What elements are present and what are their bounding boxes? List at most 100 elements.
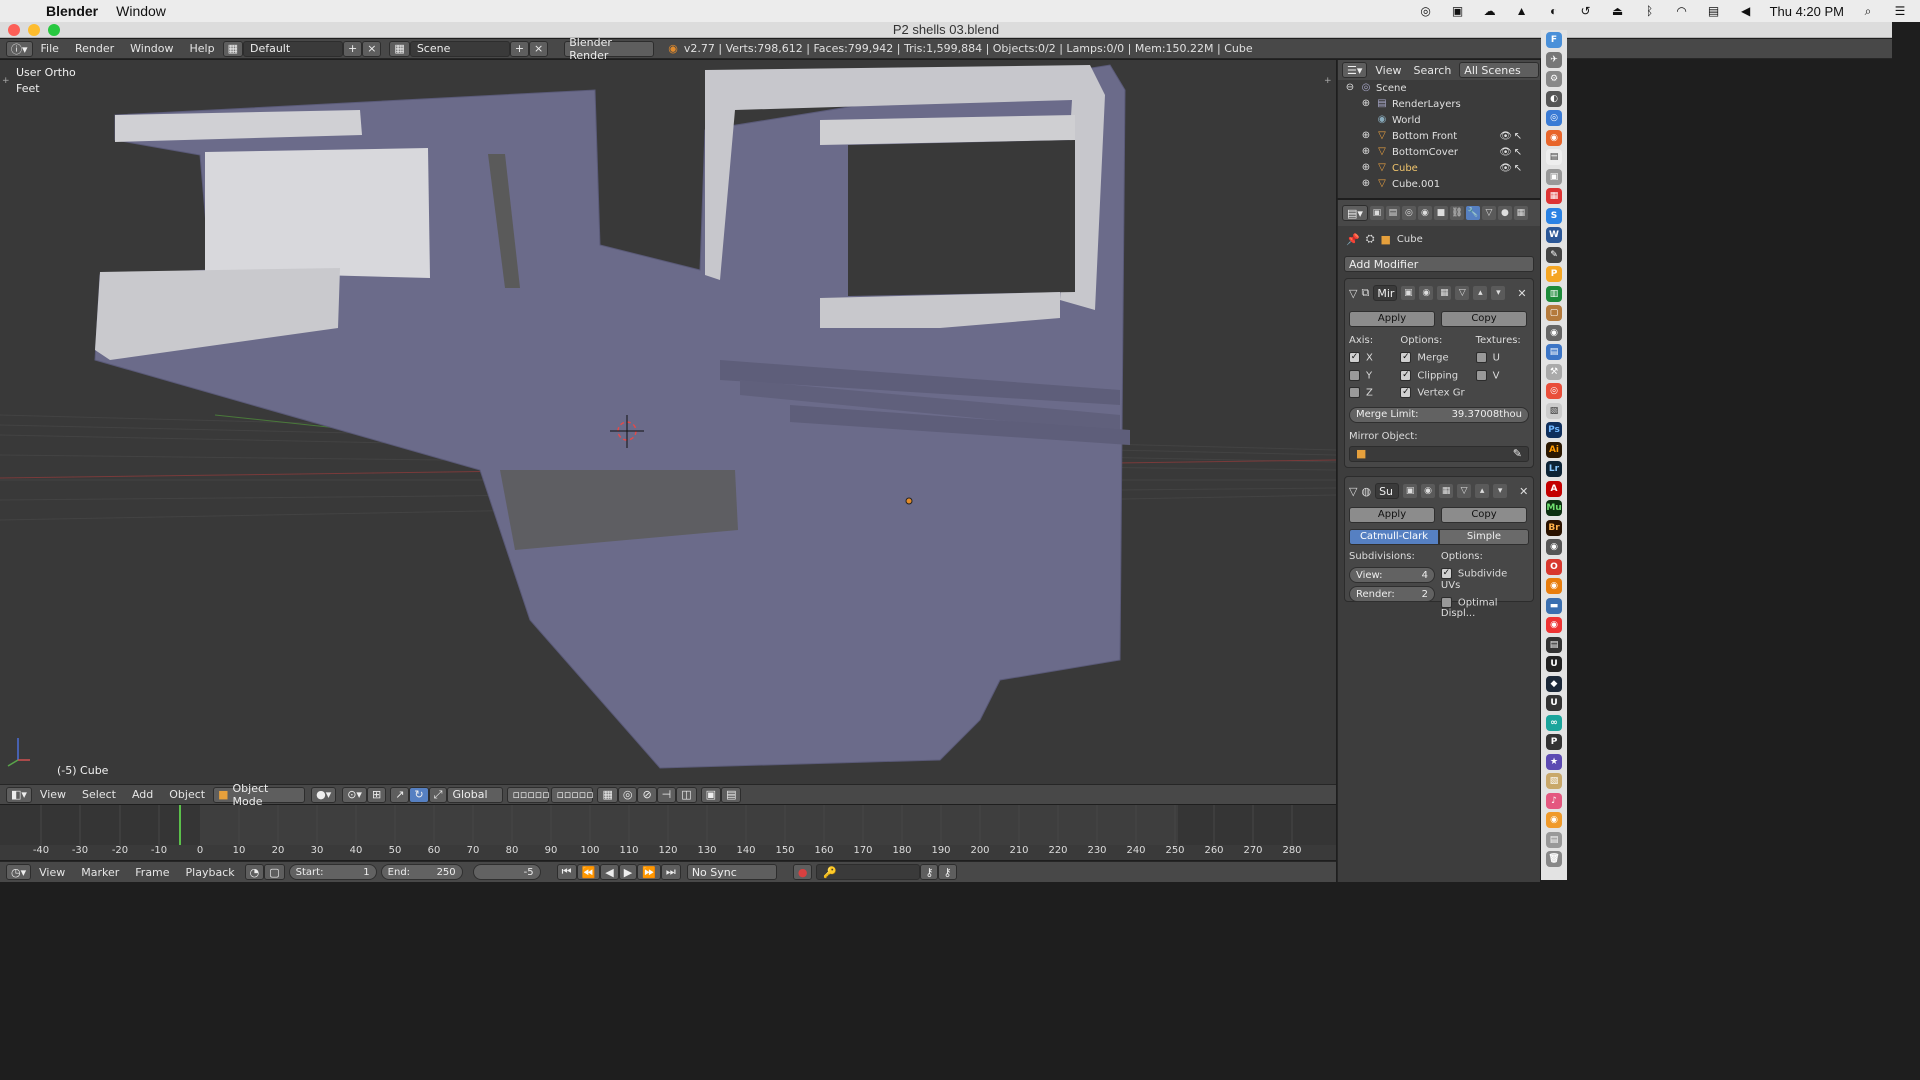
move-down-icon[interactable]: ▾: [1491, 286, 1506, 300]
current-frame-field[interactable]: -5: [472, 864, 541, 880]
app-icon-4[interactable]: ◉: [1546, 812, 1562, 828]
creative-cloud-icon[interactable]: ◎: [1418, 4, 1434, 18]
menu-marker[interactable]: Marker: [73, 866, 127, 879]
subsurf-apply-button[interactable]: Apply: [1349, 507, 1435, 523]
menu-frame[interactable]: Frame: [127, 866, 177, 879]
unreal-icon[interactable]: U: [1546, 695, 1562, 711]
cube-mesh[interactable]: [94, 64, 1130, 769]
checkbox-checked[interactable]: ✓: [1440, 568, 1452, 579]
layout-remove-icon[interactable]: ×: [362, 40, 382, 57]
photos-app-icon[interactable]: ▢: [1546, 305, 1562, 321]
menu-view[interactable]: View: [32, 788, 74, 801]
scene-tab-icon[interactable]: ◎: [1401, 206, 1416, 220]
sys-prefs-icon[interactable]: ⚙: [1546, 71, 1562, 87]
photoshop-icon[interactable]: Ps: [1546, 422, 1562, 438]
camera-app-icon[interactable]: ◉: [1546, 324, 1562, 341]
start-frame-field[interactable]: Start: 1: [288, 864, 377, 880]
star-icon[interactable]: ★: [1546, 753, 1562, 770]
checkbox-checked[interactable]: ✓: [1349, 352, 1360, 363]
cage-toggle-icon[interactable]: ▽: [1455, 286, 1470, 300]
remove-modifier-icon[interactable]: ✕: [1517, 287, 1526, 300]
collapse-triangle-icon[interactable]: ▽: [1349, 287, 1357, 300]
layers-row-2[interactable]: ▫▫▫▫▫: [551, 786, 594, 803]
collapse-triangle-icon[interactable]: ▽: [1349, 485, 1357, 498]
editmode-toggle-icon[interactable]: ▦: [1437, 286, 1452, 300]
opera-icon[interactable]: O: [1546, 558, 1562, 575]
transform-orientation-select[interactable]: Global: [447, 786, 504, 803]
timeline-area[interactable]: [0, 805, 1336, 845]
use-preview-range-icon[interactable]: ◔: [244, 864, 265, 880]
editor-type-outliner-icon[interactable]: ☰▾: [1342, 62, 1368, 78]
render-layers-tab-icon[interactable]: ▤: [1385, 206, 1400, 220]
render-toggle-icon[interactable]: ▣: [1401, 286, 1416, 300]
bluetooth-icon[interactable]: ᛒ: [1642, 4, 1658, 18]
spotlight-search-icon[interactable]: ⌕: [1860, 4, 1876, 18]
editor-type-3dview-icon[interactable]: ◧▾: [6, 786, 32, 803]
menu-object[interactable]: Object: [161, 788, 213, 801]
interaction-mode-select[interactable]: ■ Object Mode: [213, 782, 306, 808]
menu-playback[interactable]: Playback: [178, 866, 243, 879]
auto-keyframe-icon[interactable]: ●: [792, 864, 813, 880]
texture-tab-icon[interactable]: ▦: [1513, 206, 1528, 220]
expand-icon[interactable]: ⊕: [1360, 178, 1372, 190]
volume-icon[interactable]: ◀: [1738, 4, 1754, 18]
eject-icon[interactable]: ⏏: [1610, 4, 1626, 18]
menu-file[interactable]: File: [33, 42, 67, 55]
modifiers-tab-icon[interactable]: 🔧: [1465, 206, 1480, 220]
vertex-groups-checkbox[interactable]: ✓ Vertex Gr: [1400, 387, 1469, 399]
menu-render[interactable]: Render: [67, 42, 122, 55]
visibility-eye-icon[interactable]: 👁: [1499, 147, 1512, 158]
layout-browse-icon[interactable]: ▦: [222, 40, 243, 57]
collapse-icon[interactable]: ⊖: [1344, 82, 1356, 94]
viewport-toggle-icon[interactable]: ◉: [1421, 484, 1436, 498]
notes-icon[interactable]: ▤: [1546, 149, 1562, 165]
firefox-icon[interactable]: ◉: [1546, 129, 1562, 146]
numbers-icon[interactable]: ▥: [1546, 285, 1562, 302]
clock[interactable]: Thu 4:20 PM: [1770, 4, 1844, 19]
steam-icon[interactable]: ◆: [1546, 675, 1562, 692]
insert-keyframe-icon[interactable]: ⚷: [920, 864, 939, 880]
delete-keyframe-icon[interactable]: ⚷: [938, 864, 957, 880]
move-up-icon[interactable]: ▴: [1475, 484, 1490, 498]
texture-v-checkbox[interactable]: V: [1475, 369, 1529, 381]
viewport-shading-select[interactable]: ●▾: [311, 786, 337, 803]
p-app-icon[interactable]: P: [1546, 734, 1562, 750]
scene-add-icon[interactable]: +: [509, 40, 530, 57]
outliner-item-world[interactable]: ◉ World: [1338, 112, 1540, 128]
outliner-item-bottom-front[interactable]: ⊕ ▽ Bottom Front 👁 ↖: [1338, 128, 1540, 144]
script-icon[interactable]: ▧: [1546, 402, 1562, 419]
editor-type-timeline-icon[interactable]: ◷▾: [6, 864, 32, 880]
viewport-canvas[interactable]: [0, 60, 1336, 784]
remove-modifier-icon[interactable]: ✕: [1519, 485, 1528, 498]
opengl-anim-icon[interactable]: ▤: [721, 786, 742, 803]
jump-keyframe-back-icon[interactable]: ⏪: [576, 864, 601, 880]
selectability-cursor-icon[interactable]: ↖: [1514, 163, 1522, 174]
expand-icon[interactable]: ⊕: [1360, 146, 1372, 158]
play-reverse-icon[interactable]: ◀: [600, 864, 619, 880]
simple-button[interactable]: Simple: [1439, 529, 1529, 545]
calendar-icon[interactable]: ▦: [1546, 188, 1562, 204]
launchpad-icon[interactable]: ✈: [1546, 51, 1562, 68]
checkbox-unchecked[interactable]: [1349, 369, 1360, 381]
object-origin-dot[interactable]: [905, 497, 913, 505]
jump-keyframe-forward-icon[interactable]: ⏩: [637, 864, 661, 880]
jump-start-icon[interactable]: ⏮: [556, 864, 577, 880]
add-modifier-button[interactable]: Add Modifier: [1344, 256, 1534, 272]
timeline-editor[interactable]: -40 -30 -20 -10 0 10 20 30 40 50 60 70 8…: [0, 805, 1336, 860]
move-up-icon[interactable]: ▴: [1473, 286, 1488, 300]
expand-icon[interactable]: ⊕: [1360, 162, 1372, 174]
cage-toggle-icon[interactable]: ▽: [1457, 484, 1472, 498]
pin-icon[interactable]: 📌: [1346, 233, 1360, 246]
scene-name-field[interactable]: Scene: [409, 40, 510, 57]
layout-name-field[interactable]: Default: [242, 40, 343, 57]
screen-icon[interactable]: ▤: [1706, 4, 1722, 18]
drive-icon[interactable]: ▲: [1514, 4, 1530, 18]
mirror-object-field[interactable]: ■ ✎: [1349, 445, 1529, 462]
menu-outliner-search[interactable]: Search: [1410, 64, 1456, 77]
sync-mode-select[interactable]: No Sync: [686, 864, 777, 880]
checkbox-unchecked[interactable]: [1349, 387, 1360, 398]
keying-set-field[interactable]: 🔑: [816, 864, 921, 880]
jump-end-icon[interactable]: ⏭: [660, 864, 681, 880]
3d-viewport[interactable]: User Ortho Feet (-5) Cube + +: [0, 60, 1336, 784]
layout-add-icon[interactable]: +: [342, 40, 363, 57]
